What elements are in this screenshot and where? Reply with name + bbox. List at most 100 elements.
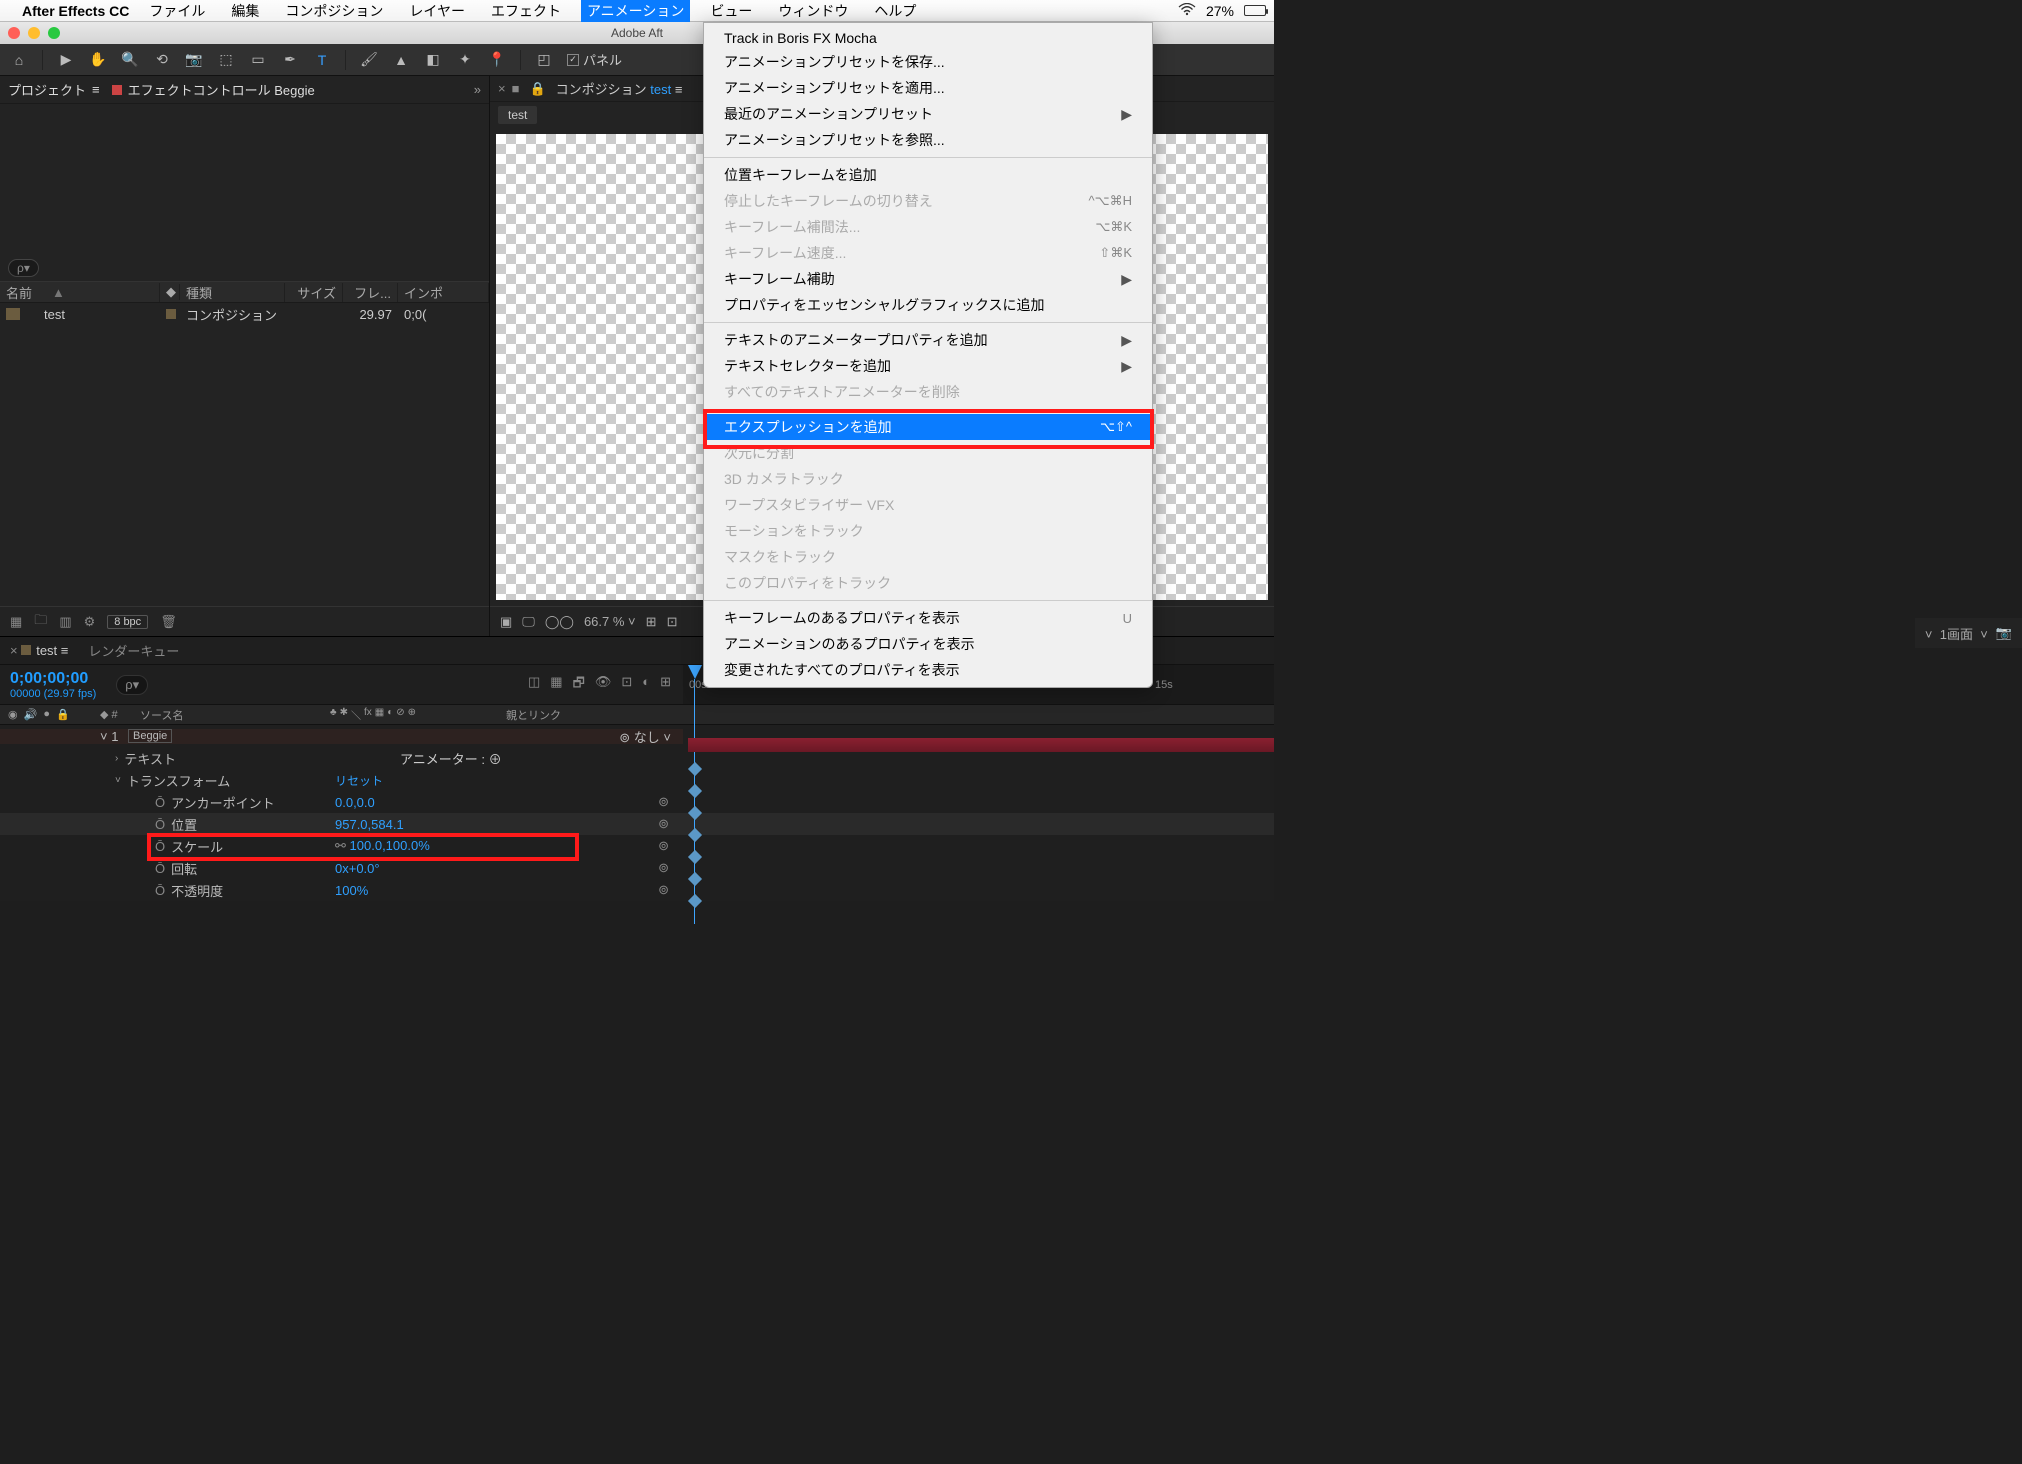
menu-item[interactable]: アニメーションのあるプロパティを表示 <box>704 631 1152 657</box>
label-color-swatch[interactable] <box>166 309 176 319</box>
tl-icon-1[interactable]: ◫ <box>528 674 540 696</box>
animator-add-button[interactable]: アニメーター : ⊕ <box>400 749 502 768</box>
prop-value[interactable]: 100% <box>335 883 368 898</box>
scale-row[interactable]: Ōスケール ⚯ 100.0,100.0% ⊚ <box>0 835 1274 857</box>
viewer-mask-icon[interactable]: ◯◯ <box>545 614 574 630</box>
pickwhip-icon[interactable]: ⊚ <box>658 882 669 898</box>
label-col-icon[interactable]: ◆ <box>100 709 108 721</box>
viewer-zoom[interactable]: 66.7 % ˅ <box>584 614 636 629</box>
tl-shy-icon[interactable]: 👁 <box>595 674 612 696</box>
layer-row[interactable]: ˅ 1 Beggie ⊚ なし ˅ <box>0 725 1274 747</box>
selection-tool-icon[interactable]: ▶ <box>57 51 75 69</box>
settings-icon[interactable]: ⚙ <box>84 614 96 630</box>
menu-effect[interactable]: エフェクト <box>485 0 567 23</box>
current-timecode[interactable]: 0;00;00;00 <box>10 670 96 688</box>
tl-graph-icon[interactable]: ⊞ <box>660 674 671 696</box>
home-icon[interactable]: ⌂ <box>10 51 28 69</box>
viewer-safe-icon[interactable]: ⊞ <box>646 614 657 630</box>
effect-controls-tab[interactable]: エフェクトコントロール Beggie <box>112 80 315 99</box>
app-name[interactable]: After Effects CC <box>22 3 129 19</box>
pickwhip-icon[interactable]: ⊚ <box>658 794 669 810</box>
menu-composition[interactable]: コンポジション <box>279 0 389 23</box>
tab-close-icon[interactable]: × <box>498 81 506 96</box>
opacity-row[interactable]: Ō不透明度 100% ⊚ <box>0 879 1274 901</box>
hand-tool-icon[interactable]: ✋ <box>89 51 107 69</box>
interpret-icon[interactable]: ▦ <box>10 614 22 630</box>
col-framerate[interactable]: フレ... <box>343 283 398 302</box>
menu-window[interactable]: ウィンドウ <box>772 0 854 23</box>
view-cam-icon[interactable]: 📷 <box>1996 625 2012 641</box>
minimize-window-button[interactable] <box>28 27 40 39</box>
close-window-button[interactable] <box>8 27 20 39</box>
anchor-point-row[interactable]: Ōアンカーポイント 0.0,0.0 ⊚ <box>0 791 1274 813</box>
panel-overflow-icon[interactable]: » <box>474 82 481 97</box>
project-tab[interactable]: プロジェクト ≡ <box>8 80 100 99</box>
menu-item[interactable]: 位置キーフレームを追加 <box>704 162 1152 188</box>
menu-item[interactable]: プロパティをエッセンシャルグラフィックスに追加 <box>704 292 1152 318</box>
type-tool-icon[interactable]: T <box>313 51 331 69</box>
pickwhip-icon[interactable]: ⊚ <box>658 816 669 832</box>
clone-tool-icon[interactable]: ▲ <box>392 51 410 69</box>
reset-button[interactable]: リセット <box>335 772 383 789</box>
stopwatch-icon[interactable]: Ō <box>155 795 165 810</box>
new-folder-icon[interactable]: 🗀 <box>34 611 47 633</box>
menu-item[interactable]: アニメーションプリセットを適用... <box>704 75 1152 101</box>
menu-edit[interactable]: 編集 <box>225 0 265 23</box>
pan-behind-tool-icon[interactable]: ⬚ <box>217 51 235 69</box>
stopwatch-icon[interactable]: Ō <box>155 817 165 832</box>
col-size[interactable]: サイズ <box>285 283 343 302</box>
menu-item[interactable]: 最近のアニメーションプリセット▶ <box>704 101 1152 127</box>
rect-tool-icon[interactable]: ▭ <box>249 51 267 69</box>
col-tag[interactable]: ◆ <box>160 284 180 300</box>
menu-view[interactable]: ビュー <box>704 0 758 23</box>
prop-value[interactable]: 957.0,584.1 <box>335 817 404 832</box>
tl-moblur-icon[interactable]: ◐ <box>642 674 650 696</box>
menu-item[interactable]: テキストセレクターを追加▶ <box>704 353 1152 379</box>
menu-item[interactable]: Track in Boris FX Mocha <box>704 27 1152 49</box>
viewer-guides-icon[interactable]: ⊡ <box>667 614 678 630</box>
col-name[interactable]: 名前 <box>6 283 32 302</box>
timeline-tab[interactable]: × test ≡ <box>10 643 68 658</box>
lock-toggle-icon[interactable]: 🔒 <box>56 708 70 721</box>
menu-file[interactable]: ファイル <box>143 0 211 23</box>
timeline-search-input[interactable]: ρ▾ <box>116 675 148 695</box>
parent-link-dropdown[interactable]: ⊚ なし ˅ <box>619 727 671 746</box>
zoom-tool-icon[interactable]: 🔍 <box>121 51 139 69</box>
render-queue-tab[interactable]: レンダーキュー <box>88 641 179 660</box>
audio-toggle-icon[interactable]: 🔊 <box>24 708 38 721</box>
prop-value[interactable]: 0.0,0.0 <box>335 795 375 810</box>
menu-help[interactable]: ヘルプ <box>868 0 922 23</box>
project-row[interactable]: test コンポジション 29.97 0;0( <box>0 303 489 325</box>
menu-item[interactable]: テキストのアニメータープロパティを追加▶ <box>704 327 1152 353</box>
comp-breadcrumb[interactable]: test <box>498 106 537 124</box>
bpc-button[interactable]: 8 bpc <box>107 615 148 629</box>
menu-item[interactable]: キーフレームのあるプロパティを表示U <box>704 605 1152 631</box>
prop-value[interactable]: 0x+0.0° <box>335 861 380 876</box>
solo-toggle-icon[interactable]: ● <box>43 708 50 721</box>
viewer-res-icon[interactable]: ▣ <box>500 614 512 630</box>
trash-icon[interactable]: 🗑 <box>160 614 177 630</box>
col-type[interactable]: 種類 <box>180 283 285 302</box>
comp-flowchart-icon[interactable]: 🗗 <box>573 674 585 696</box>
camera-tool-icon[interactable]: 📷 <box>185 51 203 69</box>
menu-item[interactable]: キーフレーム補助▶ <box>704 266 1152 292</box>
col-inpoint[interactable]: インポ <box>398 283 489 302</box>
keyframe-marker[interactable] <box>688 894 702 908</box>
pickwhip-icon[interactable]: ⊚ <box>658 838 669 854</box>
layer-bar[interactable] <box>688 738 1274 752</box>
brush-tool-icon[interactable]: 🖌 <box>360 51 378 69</box>
viewer-grid-icon[interactable]: 🖵 <box>522 614 535 630</box>
menu-item[interactable]: 変更されたすべてのプロパティを表示 <box>704 657 1152 683</box>
snap-icon[interactable]: ◰ <box>535 51 553 69</box>
parent-col[interactable]: 親とリンク <box>506 707 681 723</box>
project-search-input[interactable]: ρ▾ <box>8 259 39 277</box>
new-comp-icon[interactable]: ▥ <box>59 614 71 630</box>
view-count-dropdown[interactable]: ˅ 1画面 ˅ <box>1925 624 1988 643</box>
roto-tool-icon[interactable]: ✦ <box>456 51 474 69</box>
orbit-tool-icon[interactable]: ⟲ <box>153 51 171 69</box>
transform-group-row[interactable]: ˅トランスフォーム リセット <box>0 769 1274 791</box>
rotation-row[interactable]: Ō回転 0x+0.0° ⊚ <box>0 857 1274 879</box>
position-row[interactable]: Ō位置 957.0,584.1 ⊚ <box>0 813 1274 835</box>
wifi-icon[interactable] <box>1178 3 1196 19</box>
lock-icon[interactable]: 🔒 <box>529 81 545 97</box>
